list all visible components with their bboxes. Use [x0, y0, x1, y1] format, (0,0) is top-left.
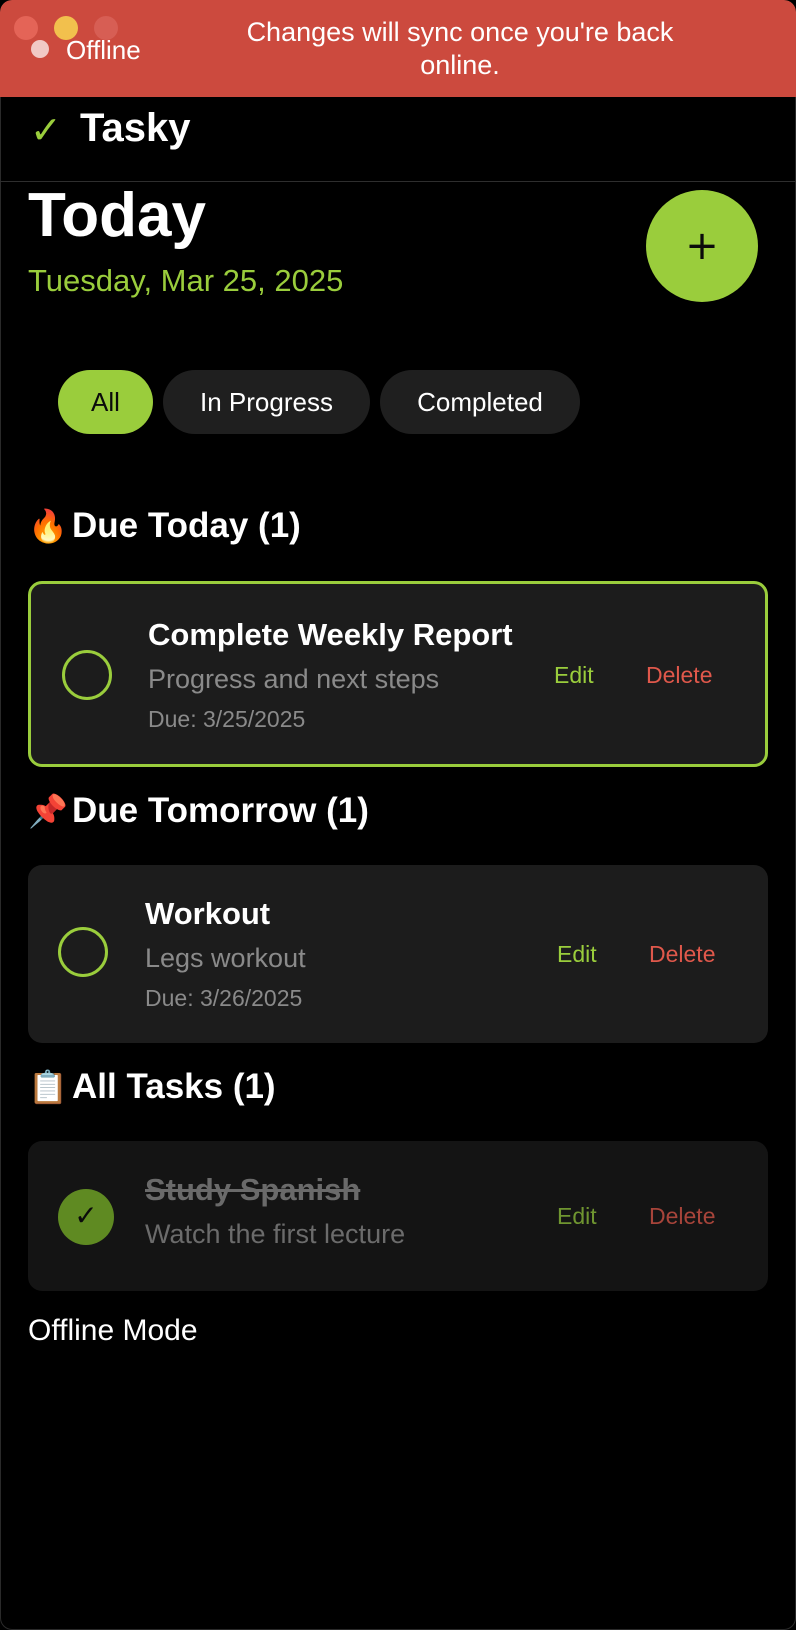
section-title: Due Today (1) — [72, 506, 301, 545]
task-due-date: Due: 3/25/2025 — [148, 706, 306, 732]
task-title: Workout — [145, 896, 271, 931]
section-heading-due-tomorrow: 📌 Due Tomorrow (1) — [28, 789, 369, 833]
task-card[interactable]: Complete Weekly Report Progress and next… — [28, 581, 768, 767]
edit-task-button[interactable]: Edit — [557, 1201, 597, 1231]
app-window: Offline Changes will sync once you're ba… — [0, 0, 796, 1630]
fire-icon: 🔥 — [28, 507, 68, 545]
task-description: Watch the first lecture — [145, 1219, 406, 1249]
filter-completed-chip[interactable]: Completed — [380, 370, 580, 434]
task-complete-checkbox[interactable] — [58, 927, 108, 977]
checkmark-icon: ✓ — [74, 1199, 98, 1232]
task-complete-checkbox[interactable]: ✓ — [58, 1189, 114, 1245]
delete-task-button[interactable]: Delete — [646, 660, 712, 690]
app-title: Tasky — [80, 106, 191, 150]
pushpin-icon: 📌 — [28, 792, 68, 830]
edit-task-button[interactable]: Edit — [554, 660, 594, 690]
offline-sync-message: Changes will sync once you're back onlin… — [246, 17, 674, 80]
task-due-date: Due: 3/26/2025 — [145, 985, 303, 1011]
current-date: Tuesday, Mar 25, 2025 — [28, 263, 344, 298]
checkmark-icon: ✓ — [30, 110, 62, 152]
plus-icon: + — [685, 223, 719, 269]
section-heading-all-tasks: 📋 All Tasks (1) — [28, 1065, 276, 1109]
clipboard-icon: 📋 — [28, 1068, 68, 1106]
app-header: ✓ Tasky — [0, 97, 796, 182]
page-title: Today — [28, 181, 206, 250]
delete-task-button[interactable]: Delete — [649, 939, 715, 969]
offline-indicator-dot — [31, 40, 49, 58]
task-complete-checkbox[interactable] — [62, 650, 112, 700]
task-card[interactable]: ✓ Study Spanish Watch the first lecture … — [28, 1141, 768, 1291]
filter-all-chip[interactable]: All — [58, 370, 153, 434]
task-card[interactable]: Workout Legs workout Due: 3/26/2025 Edit… — [28, 865, 768, 1043]
task-title: Study Spanish — [145, 1172, 361, 1207]
task-description: Progress and next steps — [148, 664, 440, 694]
section-heading-due-today: 🔥 Due Today (1) — [28, 504, 301, 548]
delete-task-button[interactable]: Delete — [649, 1201, 715, 1231]
offline-mode-status: Offline Mode — [28, 1314, 198, 1347]
edit-task-button[interactable]: Edit — [557, 939, 597, 969]
task-description: Legs workout — [145, 943, 306, 973]
section-title: Due Tomorrow (1) — [72, 791, 369, 830]
close-window-button[interactable] — [14, 16, 38, 40]
offline-banner: Offline Changes will sync once you're ba… — [0, 0, 796, 97]
offline-status-label: Offline — [66, 35, 141, 65]
section-title: All Tasks (1) — [72, 1067, 276, 1106]
add-task-button[interactable]: + — [646, 190, 758, 302]
task-title: Complete Weekly Report — [148, 617, 513, 652]
filter-in-progress-chip[interactable]: In Progress — [163, 370, 370, 434]
